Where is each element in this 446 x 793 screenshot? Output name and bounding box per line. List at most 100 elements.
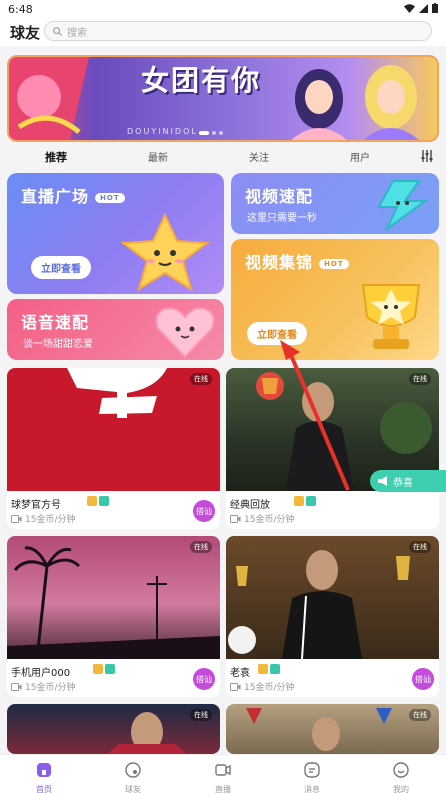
banner-subtitle: DOUYINIDOL [127,127,198,136]
video-camera-icon [230,682,241,691]
star-mascot-icon [120,212,210,291]
video-highlights-title-text: 视频集锦 [245,253,314,272]
chat-button[interactable]: 搭讪 [411,667,435,691]
chat-button[interactable]: 搭讪 [192,499,216,523]
banner-title: 女团有你 [141,64,262,97]
heart-mascot-icon [155,307,215,359]
card-photo [7,704,220,754]
nav-profile[interactable]: 我的 [381,761,421,793]
search-placeholder: 搜索 [67,27,87,39]
video-camera-icon [11,682,22,691]
card-photo [226,536,439,659]
filter-icon[interactable] [420,149,434,163]
nav-home-label: 首页 [36,785,52,793]
search-input[interactable]: 搜索 [44,21,432,41]
card-price: 15金币/分钟 [11,680,76,693]
coach-trophies-photo [228,550,410,659]
nav-friends[interactable]: 球友 [113,761,153,793]
gift-notification-tag[interactable]: 恭喜 [370,470,446,492]
nav-home[interactable]: 首页 [24,761,64,793]
banner-illustration-left [9,57,89,140]
battery-icon [432,3,438,13]
card-price-text: 15金币/分钟 [25,683,76,693]
live-plaza-view-button[interactable]: 立即查看 [31,256,91,279]
tab-users[interactable]: 用户 [350,149,370,164]
card-price: 15金币/分钟 [230,680,295,693]
banner-pagination [199,131,223,135]
status-time: 6:48 [8,3,33,16]
pennants-photo [246,708,392,751]
voice-match-card[interactable]: 语音速配 谈一场甜甜恋爱 [7,299,224,360]
sunset-palm-photo [7,546,220,659]
nav-messages[interactable]: 消息 [292,761,332,793]
chat-button[interactable]: 搭讪 [192,667,216,691]
card-username: 经典回放 [230,500,270,511]
card-username: 手机用户000 [11,668,71,679]
online-status-badge: 在线 [190,709,212,721]
video-match-subtitle: 这里只需要一秒 [247,213,317,224]
nav-friends-label: 球友 [125,785,141,793]
nav-live[interactable]: 直播 [203,761,243,793]
live-video-icon [215,764,231,776]
card-photo [7,368,220,491]
card-photo [226,704,439,754]
vip-badge-icon [99,496,109,506]
tab-recommend[interactable]: 推荐 [45,149,67,165]
gift-notification-label: 恭喜 [393,477,413,489]
header: 球友 搜索 [0,18,446,46]
card-badges [93,664,115,674]
tab-following[interactable]: 关注 [249,149,269,164]
online-status-badge: 在线 [190,373,212,385]
player-portrait-photo [107,712,187,754]
user-card[interactable]: 在线 搭讪 手机用户000 15金币/分钟 [7,536,220,697]
user-card[interactable]: 在线 搭讪 老袁 15金币/分钟 [226,536,439,697]
wifi-icon [404,3,415,13]
voice-match-title: 语音速配 [21,313,90,332]
card-price-text: 15金币/分钟 [244,683,295,693]
card-badges [294,496,316,506]
video-match-card[interactable]: 视频速配 这里只需要一秒 [231,173,439,234]
lightning-mascot-icon [377,180,429,231]
red-arrow-indicator [280,340,350,491]
level-badge-icon [294,496,304,506]
online-status-badge: 在线 [409,709,431,721]
brand-logo-photo [67,368,167,418]
vip-badge-icon [306,496,316,506]
megaphone-icon [378,476,387,486]
video-highlights-title: 视频集锦 HOT [245,249,349,273]
level-badge-icon [258,664,268,674]
tab-latest[interactable]: 最新 [148,149,168,164]
banner-dot [212,131,216,135]
level-badge-icon [87,496,97,506]
card-username: 老袁 [230,668,250,679]
app-title: 球友 [10,24,41,42]
online-status-badge: 在线 [190,541,212,553]
nav-profile-label: 我的 [393,785,409,793]
card-price-text: 15金币/分钟 [244,515,295,525]
hot-badge: HOT [319,258,349,269]
bottom-nav: 首页 球友 直播 消息 我的 [0,754,446,793]
online-status-badge: 在线 [409,541,431,553]
profile-icon [393,762,409,778]
card-price-text: 15金币/分钟 [25,515,76,525]
online-status-badge: 在线 [409,373,431,385]
video-match-title: 视频速配 [245,187,314,206]
feed-tabs: 推荐 最新 关注 用户 [0,146,446,166]
live-plaza-card[interactable]: 直播广场 HOT 立即查看 [7,173,224,294]
card-badges [87,496,109,506]
promo-banner[interactable]: 女团有你 DOUYINIDOL [7,55,439,142]
banner-dot-active [199,131,209,135]
voice-match-subtitle: 谈一场甜甜恋爱 [23,339,93,350]
trophy-star-mascot-icon [361,284,421,349]
user-card[interactable]: 在线 [7,704,220,754]
card-price: 15金币/分钟 [230,512,295,525]
banner-dot [219,131,223,135]
user-card[interactable]: 在线 搭讪 球梦官方号 15金币/分钟 [7,368,220,529]
banner-girls-illustration [291,65,419,140]
live-plaza-title: 直播广场 HOT [21,183,125,207]
search-icon [53,26,62,36]
message-icon [304,762,320,778]
video-camera-icon [11,514,22,523]
live-plaza-title-text: 直播广场 [21,187,90,206]
user-card[interactable]: 在线 [226,704,439,754]
